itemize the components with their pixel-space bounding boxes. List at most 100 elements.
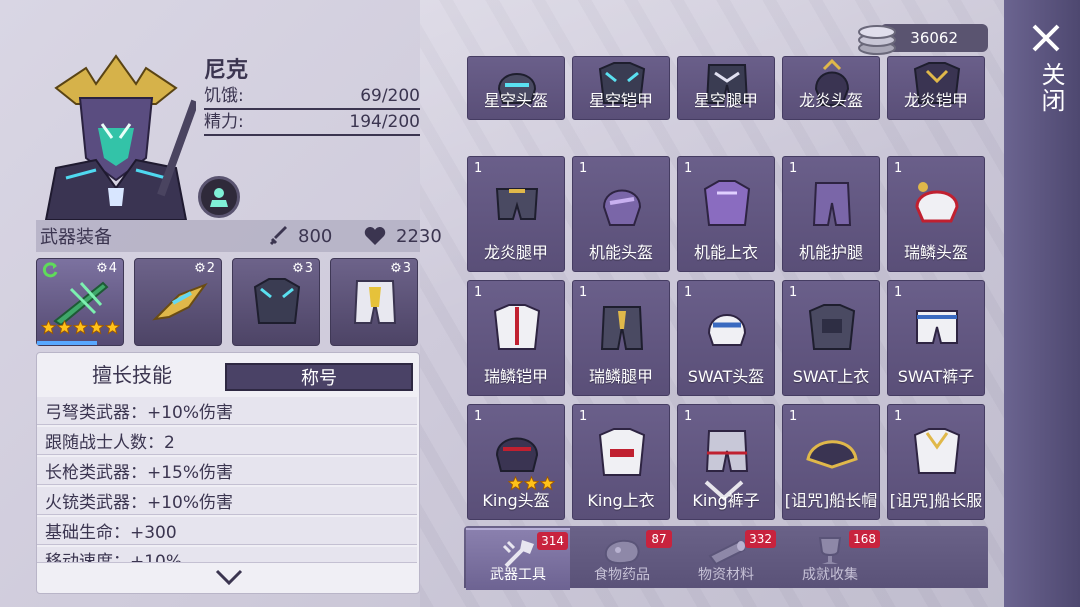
- star-icon: [105, 320, 120, 335]
- chevron-down-icon[interactable]: [700, 478, 748, 506]
- equip-slot-drone[interactable]: ⚙ 2: [134, 258, 222, 346]
- weapon-equip-title: 武器装备: [40, 227, 112, 248]
- tab-weapons-tools[interactable]: 314 武器工具: [466, 528, 570, 590]
- inventory-item[interactable]: 1 机能头盔: [572, 156, 670, 272]
- item-label: SWAT裤子: [897, 367, 975, 386]
- close-label[interactable]: 关闭: [1034, 62, 1069, 114]
- tab-food-medicine[interactable]: 87 食物药品: [570, 528, 674, 590]
- item-quantity: 1: [894, 161, 903, 176]
- armor-vest-icon: [253, 278, 301, 324]
- helmet-icon: [915, 182, 959, 223]
- energy-value: 194/200: [349, 112, 420, 132]
- tab-label: 物资材料: [698, 567, 754, 583]
- item-label: 星空腿甲: [693, 91, 758, 110]
- hero-name: 尼克: [204, 58, 249, 83]
- tab-label: 食物药品: [594, 567, 650, 583]
- tab-skills[interactable]: 擅长技能: [37, 359, 227, 388]
- inventory-item[interactable]: 星空铠甲: [572, 56, 670, 120]
- skills-panel: 擅长技能 称号 弓弩类武器：+10%伤害 跟随战士人数：2 长枪类武器：+15%…: [36, 352, 420, 594]
- attack-stat: 800: [268, 225, 332, 247]
- item-label: 机能头盔: [588, 243, 653, 262]
- hero-profile-badge[interactable]: [198, 176, 240, 218]
- skill-row: 火铳类武器：+10%伤害: [37, 487, 417, 515]
- item-label: 瑞鳞腿甲: [588, 367, 653, 386]
- armor-vest-icon: [703, 180, 751, 226]
- star-icon: [89, 320, 104, 335]
- close-icon[interactable]: [1030, 22, 1062, 54]
- star-rating: [41, 320, 120, 335]
- item-label: 星空头盔: [483, 91, 548, 110]
- inventory-item[interactable]: 1 机能护腿: [782, 156, 880, 272]
- count-badge: 168: [849, 530, 880, 548]
- weapon-equip-header: 武器装备 800 2230: [36, 220, 442, 252]
- item-quantity: 1: [684, 161, 693, 176]
- heart-icon: [364, 227, 386, 245]
- helmet-icon: [602, 189, 642, 226]
- inventory-item[interactable]: 1 瑞鳞铠甲: [467, 280, 565, 396]
- inventory-item[interactable]: 1 龙炎腿甲: [467, 156, 565, 272]
- attack-value: 800: [298, 225, 333, 247]
- upgrade-progress: [37, 341, 97, 345]
- tab-label: 武器工具: [490, 567, 546, 583]
- inventory-item[interactable]: 1 瑞鳞头盔: [887, 156, 985, 272]
- health-stat: 2230: [364, 226, 442, 247]
- item-label: 瑞鳞铠甲: [483, 367, 548, 386]
- inventory-item[interactable]: 星空腿甲: [677, 56, 775, 120]
- bust-icon: [210, 188, 228, 207]
- star-icon: [57, 320, 72, 335]
- item-quantity: 1: [474, 285, 483, 300]
- equip-slot-pants[interactable]: ⚙ 3: [330, 258, 418, 346]
- equip-slot-weapon[interactable]: ⚙ 4: [36, 258, 124, 346]
- tab-achievements[interactable]: 168 成就收集: [778, 528, 882, 590]
- coin-amount: 36062: [910, 29, 958, 47]
- log-icon: [708, 540, 746, 566]
- tab-materials[interactable]: 332 物资材料: [674, 528, 778, 590]
- item-quantity: 1: [789, 285, 798, 300]
- item-label: [诅咒]船长服: [889, 491, 983, 510]
- item-quantity: 1: [579, 285, 588, 300]
- count-badge: 314: [537, 532, 568, 550]
- hunger-label: 饥饿:: [204, 86, 244, 106]
- inventory-item[interactable]: 星空头盔: [467, 56, 565, 120]
- equip-slot-armor[interactable]: ⚙ 3: [232, 258, 320, 346]
- tab-label: 成就收集: [802, 567, 858, 583]
- health-value: 2230: [396, 225, 442, 247]
- close-panel[interactable]: 关闭: [1004, 0, 1080, 607]
- item-label: 机能上衣: [693, 243, 758, 262]
- star-icon: [41, 320, 56, 335]
- armor-vest-icon: [493, 304, 541, 350]
- inventory-item[interactable]: 龙炎头盔: [782, 56, 880, 120]
- item-label: 龙炎腿甲: [483, 243, 548, 262]
- skill-row: 长枪类武器：+15%伤害: [37, 457, 417, 485]
- inventory-item[interactable]: 1 [诅咒]船长服: [887, 404, 985, 520]
- item-label: King头盔: [482, 491, 550, 510]
- chevron-down-icon[interactable]: [213, 567, 245, 587]
- inventory-item[interactable]: 龙炎铠甲: [887, 56, 985, 120]
- inventory-item[interactable]: 1 [诅咒]船长帽: [782, 404, 880, 520]
- item-quantity: 1: [684, 409, 693, 424]
- count-badge: 332: [745, 530, 776, 548]
- tab-titles[interactable]: 称号: [225, 363, 413, 391]
- sword-icon: [269, 226, 287, 246]
- hunger-value: 69/200: [360, 86, 420, 106]
- armor-vest-icon: [808, 304, 856, 350]
- leg-armor-icon: [495, 188, 539, 220]
- inventory-item[interactable]: 1 SWAT头盔: [677, 280, 775, 396]
- helmet-icon: [707, 314, 747, 346]
- item-quantity: 1: [894, 409, 903, 424]
- skill-row: 弓弩类武器：+10%伤害: [37, 397, 417, 425]
- inventory-item[interactable]: 1 King头盔: [467, 404, 565, 520]
- meat-icon: [604, 539, 640, 565]
- inventory-item[interactable]: 1 SWAT裤子: [887, 280, 985, 396]
- item-label: 瑞鳞头盔: [903, 243, 968, 262]
- coin-stack-icon: [858, 25, 896, 55]
- item-label: SWAT头盔: [687, 367, 765, 386]
- inventory-item[interactable]: 1 SWAT上衣: [782, 280, 880, 396]
- leg-armor-icon: [812, 182, 852, 226]
- inventory-item[interactable]: 1 King上衣: [572, 404, 670, 520]
- star-icon: [73, 320, 88, 335]
- item-quantity: 1: [474, 161, 483, 176]
- shorts-icon: [353, 280, 397, 324]
- inventory-item[interactable]: 1 机能上衣: [677, 156, 775, 272]
- inventory-item[interactable]: 1 瑞鳞腿甲: [572, 280, 670, 396]
